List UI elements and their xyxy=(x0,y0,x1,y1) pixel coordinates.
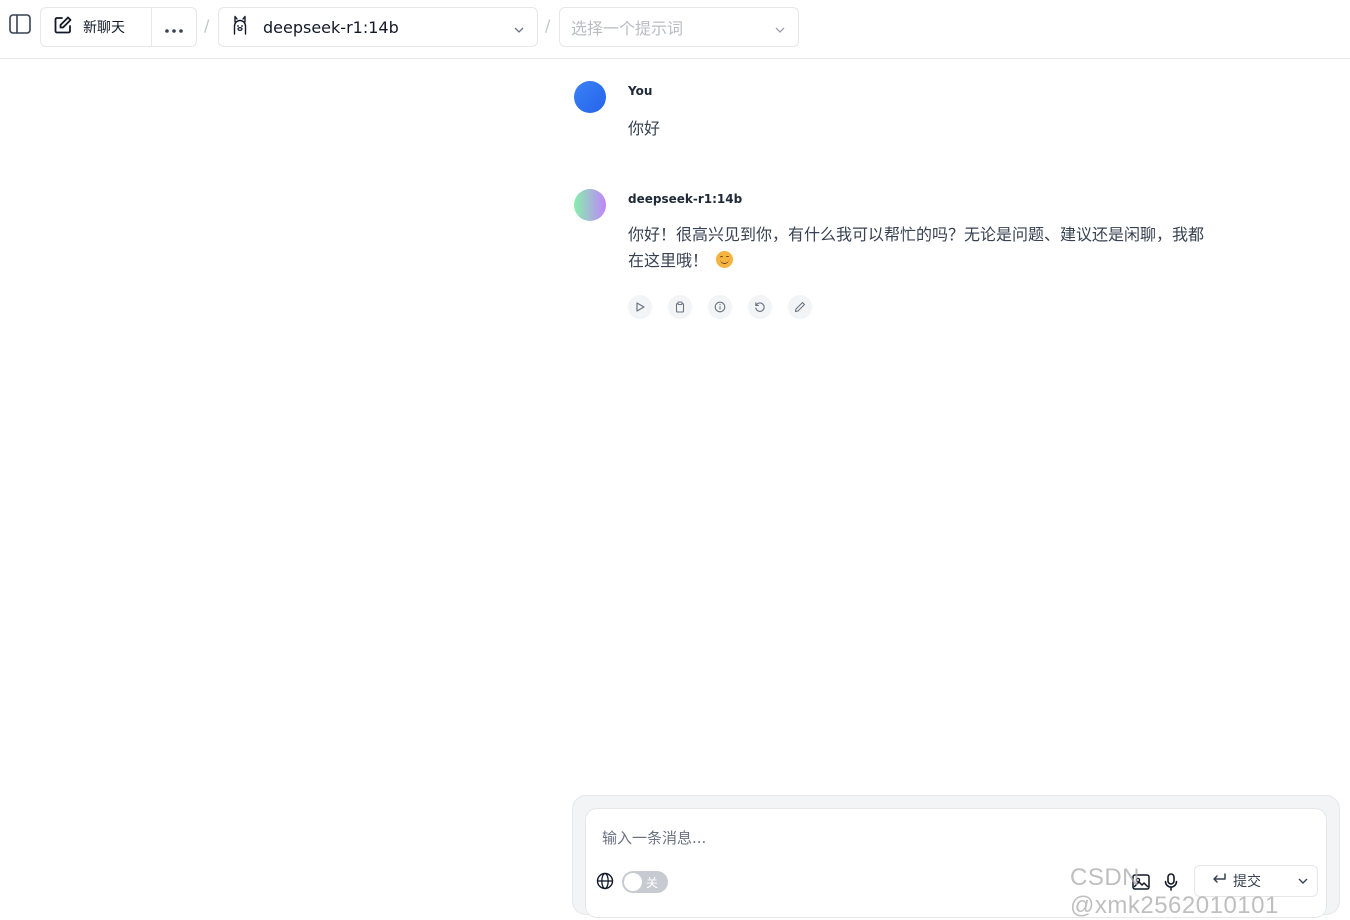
prompt-placeholder: 选择一个提示词 xyxy=(571,19,684,38)
new-chat-label: 新聊天 xyxy=(83,20,125,36)
web-search-toggle[interactable]: 关 xyxy=(622,871,668,893)
assistant-message: 你好！很高兴见到你，有什么我可以帮忙的吗？无论是问题、建议还是闲聊，我都在这里哦… xyxy=(628,222,1218,274)
enter-icon xyxy=(1211,872,1227,890)
user-message-text: 你好 xyxy=(628,119,661,138)
assistant-message-text: 你好！很高兴见到你，有什么我可以帮忙的吗？无论是问题、建议还是闲聊，我都在这里哦… xyxy=(628,225,1205,270)
chevron-down-icon xyxy=(1297,872,1309,891)
toggle-knob xyxy=(624,873,642,891)
more-options-button[interactable] xyxy=(152,8,196,46)
chat-button-group: 新聊天 xyxy=(40,7,197,47)
sidebar-toggle-icon[interactable] xyxy=(8,12,32,36)
message-input[interactable] xyxy=(602,827,1302,851)
prompt-selector[interactable]: 选择一个提示词 xyxy=(559,7,799,47)
microphone-icon[interactable] xyxy=(1162,872,1180,896)
model-selector[interactable]: deepseek-r1:14b xyxy=(218,7,538,47)
user-avatar xyxy=(574,81,606,113)
globe-icon[interactable] xyxy=(596,872,614,894)
message-sender: deepseek-r1:14b xyxy=(628,192,743,206)
message-sender: You xyxy=(628,84,653,98)
play-icon[interactable] xyxy=(628,295,652,319)
breadcrumb-separator: / xyxy=(204,16,210,35)
send-label: 提交 xyxy=(1233,874,1261,890)
assistant-avatar xyxy=(574,189,606,221)
message-actions xyxy=(628,295,812,319)
chevron-down-icon xyxy=(774,21,786,40)
info-icon[interactable] xyxy=(708,295,732,319)
smiling-face-icon xyxy=(716,251,734,268)
edit-icon[interactable] xyxy=(788,295,812,319)
composer-container: 关 提交 xyxy=(572,795,1340,918)
model-name: deepseek-r1:14b xyxy=(263,17,399,37)
send-options-button[interactable] xyxy=(1289,872,1317,891)
ellipsis-icon xyxy=(165,18,183,37)
chevron-down-icon xyxy=(513,21,525,40)
copy-icon[interactable] xyxy=(668,295,692,319)
top-bar: 新聊天 / deepseek-r1:14b / 选择一个提示词 xyxy=(0,0,1350,59)
send-button-group: 提交 xyxy=(1194,865,1318,897)
regenerate-icon[interactable] xyxy=(748,295,772,319)
image-upload-icon[interactable] xyxy=(1131,872,1151,896)
breadcrumb-separator: / xyxy=(545,16,551,35)
new-chat-button[interactable]: 新聊天 xyxy=(41,8,152,46)
send-button[interactable]: 提交 xyxy=(1195,871,1289,891)
toggle-label: 关 xyxy=(646,876,659,890)
llama-icon xyxy=(231,14,249,40)
edit-icon xyxy=(53,15,73,39)
